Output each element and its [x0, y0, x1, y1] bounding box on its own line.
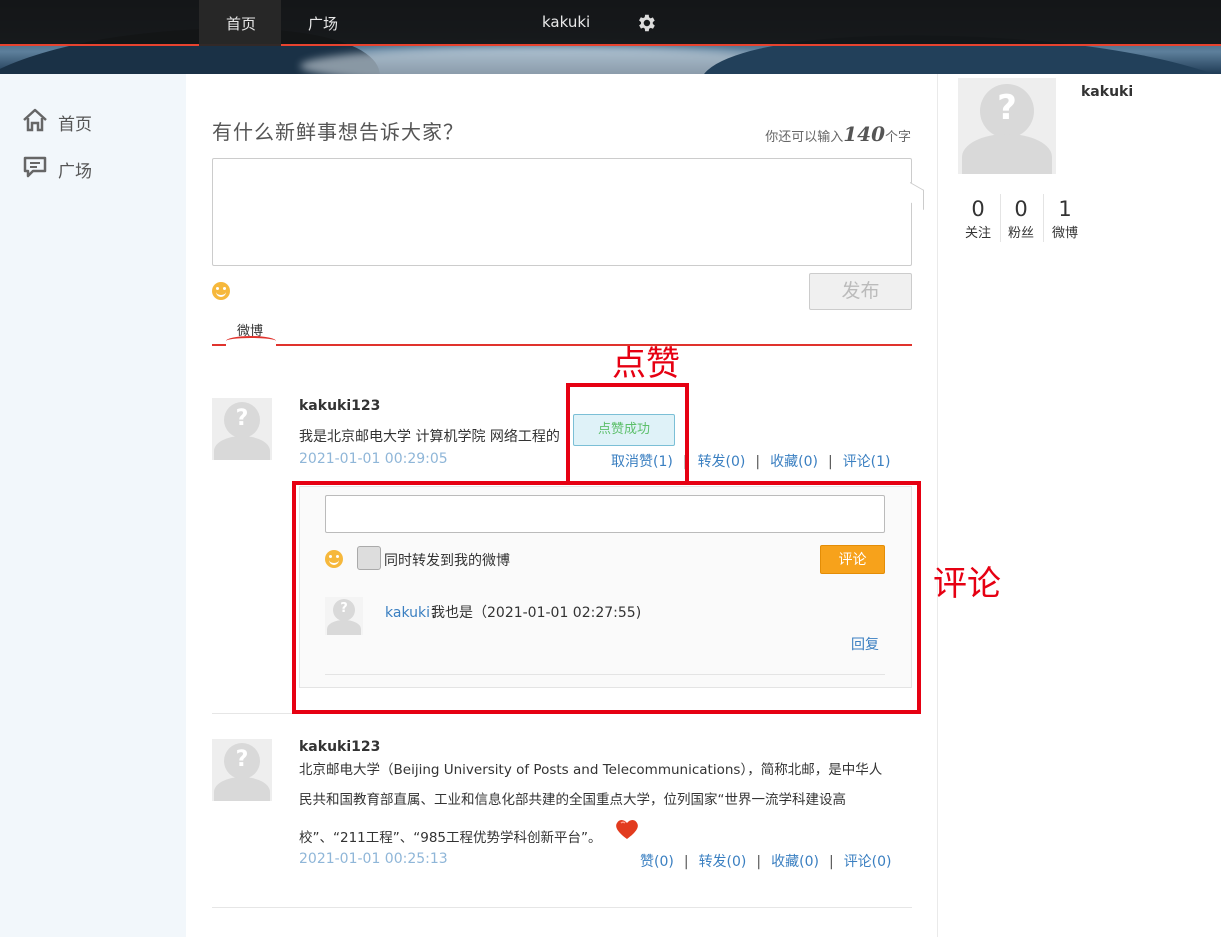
avatar[interactable]: ?: [212, 739, 272, 801]
avatar[interactable]: ?: [212, 398, 272, 460]
post-text: 我是北京邮电大学 计算机学院 网络工程的: [299, 429, 560, 445]
action-separator: |: [756, 854, 762, 870]
nav-username[interactable]: kakuki: [542, 13, 590, 31]
sidebar-item-home[interactable]: 首页: [22, 107, 92, 137]
post-timestamp[interactable]: 2021-01-01 00:29:05: [299, 451, 448, 467]
nav-home[interactable]: 首页: [226, 13, 256, 34]
annotation-like-box: [566, 383, 689, 485]
char-counter-suffix: 个字: [884, 130, 911, 145]
composer-title: 有什么新鲜事想告诉大家？: [212, 120, 464, 144]
comment-button[interactable]: 评论(0): [844, 854, 892, 870]
heart-emoji-icon: [614, 818, 638, 840]
action-separator: |: [827, 454, 833, 470]
post-timestamp[interactable]: 2021-01-01 00:25:13: [299, 851, 448, 867]
stat-label: 粉丝: [1007, 226, 1034, 241]
stat-posts[interactable]: 1 微博: [1044, 196, 1086, 241]
nav-square[interactable]: 广场: [308, 13, 338, 34]
annotation-like-label: 点赞: [612, 344, 680, 384]
char-counter-prefix: 你还可以输入: [765, 130, 844, 145]
tab-underline: [212, 344, 912, 346]
annotation-comment-box: [292, 481, 921, 714]
publish-button[interactable]: 发布: [809, 273, 912, 310]
repost-button[interactable]: 转发(0): [699, 854, 747, 870]
post-username[interactable]: kakuki123: [299, 398, 380, 414]
stat-number: 0: [971, 197, 985, 221]
stat-label: 关注: [964, 226, 991, 241]
avatar-body: [962, 134, 1052, 174]
annotation-comment-label: 评论: [933, 564, 1001, 604]
post-text-line: 北京邮电大学（Beijing University of Posts and T…: [299, 762, 883, 778]
favorite-button[interactable]: 收藏(0): [770, 454, 818, 470]
post-actions: 赞(0) | 转发(0) | 收藏(0) | 评论(0): [640, 851, 892, 871]
sidebar-item-square[interactable]: 广场: [22, 154, 92, 184]
like-button[interactable]: 赞(0): [640, 854, 674, 870]
post-textarea[interactable]: [212, 158, 912, 266]
stat-number: 1: [1058, 197, 1072, 221]
action-separator: |: [755, 454, 761, 470]
post-text-line: 校”、“211工程”、“985工程优势学科创新平台”。: [299, 830, 602, 846]
comment-button[interactable]: 评论(1): [843, 454, 891, 470]
avatar-body: [214, 436, 270, 460]
profile-panel: ? kakuki 0 关注 0 粉丝 1 微博: [937, 74, 1221, 937]
profile-avatar[interactable]: ?: [958, 78, 1056, 174]
avatar-question-mark: ?: [235, 406, 249, 431]
avatar-body: [214, 777, 270, 801]
char-counter: 你还可以输入140个字: [765, 122, 911, 146]
repost-button[interactable]: 转发(0): [698, 454, 746, 470]
left-sidebar: 首页 广场: [0, 74, 186, 937]
stat-followers[interactable]: 0 粉丝: [1000, 196, 1042, 241]
avatar-question-mark: ?: [235, 747, 249, 772]
action-separator: |: [828, 854, 834, 870]
home-icon: [22, 108, 58, 137]
avatar-question-mark: ?: [997, 88, 1017, 128]
favorite-button[interactable]: 收藏(0): [771, 854, 819, 870]
post-text-line: 民共和国教育部直属、工业和信息化部共建的全国重点大学，位列国家“世界一流学科建设…: [299, 792, 846, 808]
profile-name[interactable]: kakuki: [1081, 84, 1133, 100]
sidebar-item-label: 首页: [58, 114, 92, 135]
post-username[interactable]: kakuki123: [299, 739, 380, 755]
sidebar-item-label: 广场: [58, 161, 92, 182]
post-divider: [212, 907, 912, 908]
tab-indicator: [226, 336, 276, 346]
stat-label: 微博: [1051, 226, 1078, 241]
emoji-icon[interactable]: [212, 282, 230, 300]
char-counter-number: 140: [843, 122, 885, 146]
action-separator: |: [683, 854, 689, 870]
textarea-decoration: [910, 181, 924, 211]
gear-icon[interactable]: [635, 12, 657, 34]
top-navbar: 首页 广场 kakuki: [0, 0, 1221, 46]
chat-icon: [22, 155, 58, 184]
stat-following[interactable]: 0 关注: [957, 196, 999, 241]
stat-number: 0: [1014, 197, 1028, 221]
